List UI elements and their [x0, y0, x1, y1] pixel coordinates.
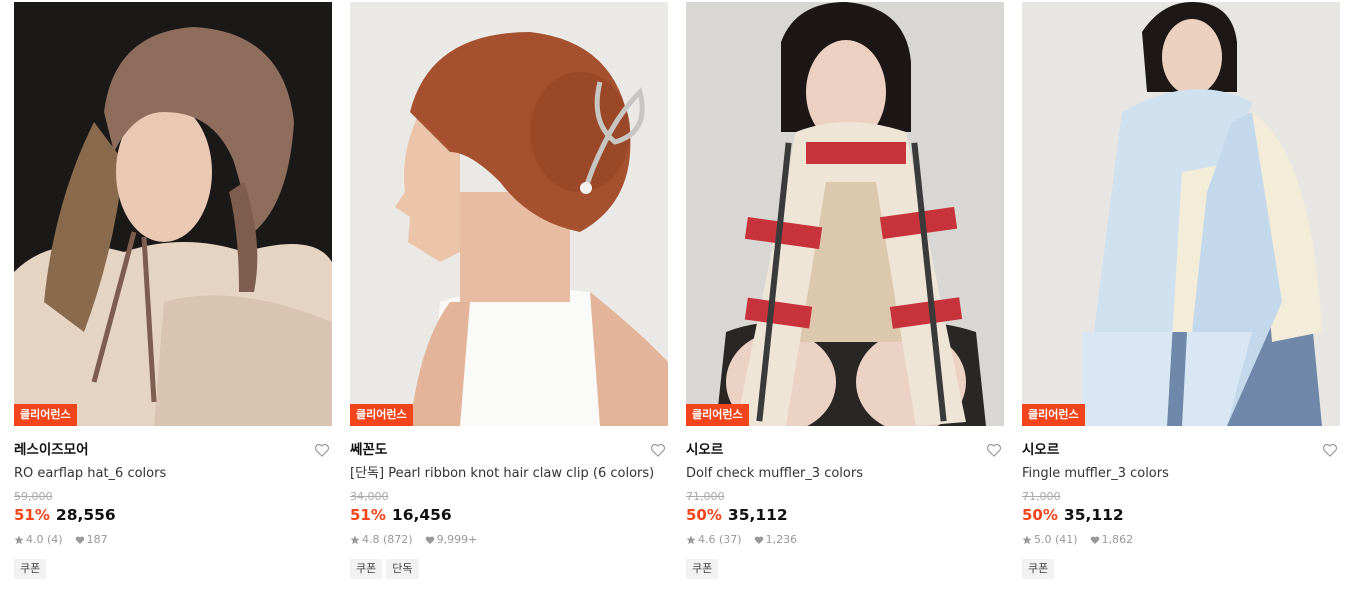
heart-icon[interactable]	[986, 442, 1002, 458]
clearance-badge: 클리어런스	[14, 404, 77, 426]
star-icon	[1022, 535, 1032, 545]
price-row: 50% 35,112	[686, 505, 1004, 525]
tag-list: 쿠폰	[1022, 559, 1340, 579]
discount-rate: 51%	[350, 506, 386, 524]
review-meta: 4.0 (4) 187	[14, 533, 332, 547]
product-card[interactable]: 클리어런스 쎄꼰도 [단독] Pearl ribbon knot hair cl…	[350, 2, 668, 596]
product-image[interactable]: 클리어런스	[1022, 2, 1340, 426]
review-meta: 4.8 (872) 9,999+	[350, 533, 668, 547]
rating-value: 5.0	[1034, 533, 1052, 546]
hair-claw-clip-photo	[350, 2, 668, 426]
sale-price: 35,112	[727, 506, 788, 524]
product-name[interactable]: Dolf check muffler_3 colors	[686, 466, 1004, 482]
star-icon	[350, 535, 360, 545]
discount-rate: 50%	[1022, 506, 1058, 524]
product-card[interactable]: 클리어런스 시오르 Dolf check muffler_3 colors 71…	[686, 2, 1004, 596]
product-card[interactable]: 클리어런스 시오르 Fingle muffler_3 colors 71,000…	[1022, 2, 1340, 596]
clearance-badge: 클리어런스	[1022, 404, 1085, 426]
product-image[interactable]: 클리어런스	[14, 2, 332, 426]
coupon-tag: 쿠폰	[14, 559, 47, 579]
like-count: 1,236	[765, 533, 798, 546]
star-icon	[686, 535, 696, 545]
product-grid: 클리어런스 레스이즈모어 RO earflap hat_6 colors 59,…	[0, 0, 1352, 598]
tag-list: 쿠폰 단독	[350, 559, 668, 579]
heart-filled-icon	[75, 535, 85, 545]
like-count: 187	[86, 533, 108, 546]
review-count: (4)	[47, 533, 63, 546]
review-meta: 4.6 (37) 1,236	[686, 533, 1004, 547]
product-card[interactable]: 클리어런스 레스이즈모어 RO earflap hat_6 colors 59,…	[14, 2, 332, 596]
discount-rate: 51%	[14, 506, 50, 524]
sale-price: 16,456	[391, 506, 452, 524]
price-row: 51% 16,456	[350, 505, 668, 525]
clearance-badge: 클리어런스	[350, 404, 413, 426]
price-row: 51% 28,556	[14, 505, 332, 525]
product-name[interactable]: Fingle muffler_3 colors	[1022, 466, 1340, 482]
like-count: 1,862	[1101, 533, 1134, 546]
fringe-muffler-photo	[1022, 2, 1340, 426]
sale-price: 35,112	[1063, 506, 1124, 524]
review-count: (872)	[383, 533, 413, 546]
price-row: 50% 35,112	[1022, 505, 1340, 525]
original-price: 34,000	[350, 490, 389, 503]
heart-filled-icon	[1090, 535, 1100, 545]
heart-filled-icon	[754, 535, 764, 545]
tag-list: 쿠폰	[14, 559, 332, 579]
brand-name[interactable]: 시오르	[686, 438, 1004, 462]
review-count: (41)	[1055, 533, 1078, 546]
product-name[interactable]: RO earflap hat_6 colors	[14, 466, 332, 482]
like-count: 9,999+	[436, 533, 478, 546]
rating-value: 4.8	[362, 533, 380, 546]
star-icon	[14, 535, 24, 545]
brand-name[interactable]: 시오르	[1022, 438, 1340, 462]
rating-value: 4.6	[698, 533, 716, 546]
rating-value: 4.0	[26, 533, 44, 546]
exclusive-tag: 단독	[386, 559, 419, 579]
tag-list: 쿠폰	[686, 559, 1004, 579]
product-name[interactable]: [단독] Pearl ribbon knot hair claw clip (6…	[350, 466, 668, 482]
coupon-tag: 쿠폰	[686, 559, 719, 579]
clearance-badge: 클리어런스	[686, 404, 749, 426]
sale-price: 28,556	[55, 506, 116, 524]
coupon-tag: 쿠폰	[350, 559, 383, 579]
review-meta: 5.0 (41) 1,862	[1022, 533, 1340, 547]
original-price: 59,000	[14, 490, 53, 503]
original-price: 71,000	[1022, 490, 1061, 503]
heart-filled-icon	[425, 535, 435, 545]
check-muffler-photo	[686, 2, 1004, 426]
discount-rate: 50%	[686, 506, 722, 524]
brand-name[interactable]: 레스이즈모어	[14, 438, 332, 462]
product-image[interactable]: 클리어런스	[686, 2, 1004, 426]
heart-icon[interactable]	[650, 442, 666, 458]
product-image[interactable]: 클리어런스	[350, 2, 668, 426]
coupon-tag: 쿠폰	[1022, 559, 1055, 579]
heart-icon[interactable]	[314, 442, 330, 458]
knit-earflap-hat-photo	[14, 2, 332, 426]
heart-icon[interactable]	[1322, 442, 1338, 458]
original-price: 71,000	[686, 490, 725, 503]
review-count: (37)	[719, 533, 742, 546]
brand-name[interactable]: 쎄꼰도	[350, 438, 668, 462]
